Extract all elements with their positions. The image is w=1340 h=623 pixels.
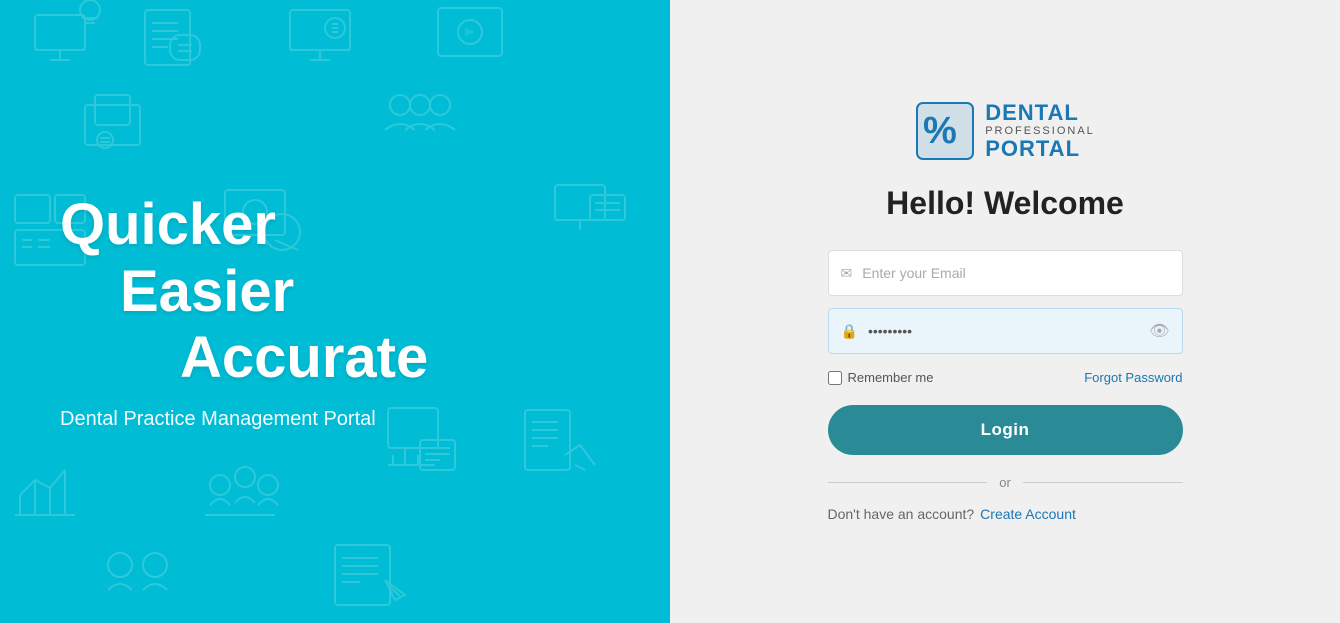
password-wrapper: 🔒 👁 [828, 308, 1183, 354]
remember-me-checkbox[interactable] [828, 371, 842, 385]
login-form: ✉ 🔒 👁 Remember me Forgot Password Login … [828, 250, 1183, 522]
divider: or [828, 475, 1183, 490]
email-icon: ✉ [841, 265, 853, 282]
logo-portal: PORTAL [985, 137, 1095, 161]
headline-line1: Quicker [60, 192, 428, 259]
create-account-row: Don't have an account? Create Account [828, 506, 1183, 522]
no-account-text: Don't have an account? [828, 506, 975, 522]
eye-icon[interactable]: 👁 [1149, 321, 1169, 341]
create-account-link[interactable]: Create Account [980, 506, 1076, 522]
email-wrapper: ✉ [828, 250, 1183, 296]
remember-me-text: Remember me [848, 370, 934, 385]
headline-line3: Accurate [60, 325, 428, 392]
form-options: Remember me Forgot Password [828, 370, 1183, 385]
lock-icon: 🔒 [841, 323, 858, 340]
password-input[interactable] [868, 323, 1141, 339]
left-panel: Quicker Easier Accurate Dental Practice … [0, 0, 670, 623]
logo-container: % DENTAL PROFESSIONAL PORTAL [915, 101, 1095, 161]
subheading: Dental Practice Management Portal [60, 408, 428, 431]
right-panel: % DENTAL PROFESSIONAL PORTAL Hello! Welc… [670, 0, 1340, 623]
divider-text: or [999, 475, 1011, 490]
remember-me-label[interactable]: Remember me [828, 370, 934, 385]
headline-line2: Easier [60, 259, 428, 326]
welcome-title: Hello! Welcome [886, 185, 1124, 222]
svg-text:%: % [923, 110, 957, 152]
email-input[interactable] [862, 265, 1169, 281]
hero-text: Quicker Easier Accurate Dental Practice … [60, 192, 428, 431]
forgot-password-link[interactable]: Forgot Password [1084, 370, 1182, 385]
login-button[interactable]: Login [828, 405, 1183, 455]
logo-text: DENTAL PROFESSIONAL PORTAL [985, 101, 1095, 161]
logo-dental: DENTAL [985, 101, 1095, 125]
divider-line-right [1023, 482, 1183, 483]
logo-icon: % [915, 101, 975, 161]
divider-line-left [828, 482, 988, 483]
